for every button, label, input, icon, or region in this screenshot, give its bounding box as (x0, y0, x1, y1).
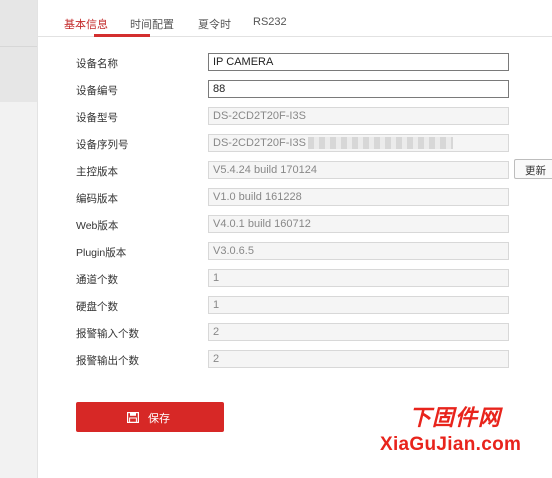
plugin-version-value: V3.0.6.5 (213, 245, 254, 257)
active-tab-indicator (94, 34, 150, 37)
serial-number-label: 设备序列号 (76, 139, 129, 151)
watermark-line-2: XiaGuJian.com (380, 434, 522, 455)
device-number-label: 设备编号 (76, 85, 118, 97)
plugin-version-label: Plugin版本 (76, 247, 127, 259)
firmware-version-field: V5.4.24 build 170124 (208, 161, 509, 179)
floppy-disk-icon (127, 412, 139, 423)
tab-basic-info[interactable]: 基本信息 (64, 16, 108, 32)
alarm-input-count-label: 报警输入个数 (76, 328, 139, 340)
device-model-label: 设备型号 (76, 112, 118, 124)
disk-count-value: 1 (213, 299, 220, 311)
alarm-input-count-value: 2 (213, 326, 220, 338)
tab-rs232[interactable]: RS232 (253, 16, 287, 28)
channel-count-field: 1 (208, 269, 509, 287)
encoding-version-value: V1.0 build 161228 (213, 191, 302, 203)
alarm-input-count-field: 2 (208, 323, 509, 341)
save-button-label: 保存 (148, 413, 170, 425)
tab-time-settings[interactable]: 时间配置 (130, 16, 174, 32)
disk-count-label: 硬盘个数 (76, 301, 118, 313)
web-version-value: V4.0.1 build 160712 (213, 218, 311, 230)
device-model-value: DS-2CD2T20F-I3S (213, 110, 306, 122)
serial-number-redaction (307, 137, 453, 150)
encoding-version-label: 编码版本 (76, 193, 118, 205)
device-name-label: 设备名称 (76, 58, 118, 70)
watermark-line-1: 下固件网 (409, 405, 502, 430)
firmware-version-value: V5.4.24 build 170124 (213, 164, 317, 176)
save-button[interactable]: 保存 (76, 402, 224, 432)
sidebar-selected-area[interactable] (0, 0, 37, 102)
channel-count-value: 1 (213, 272, 220, 284)
encoding-version-field: V1.0 build 161228 (208, 188, 509, 206)
disk-count-field: 1 (208, 296, 509, 314)
alarm-output-count-field: 2 (208, 350, 509, 368)
serial-number-value: DS-2CD2T20F-I3S (213, 137, 306, 149)
update-button[interactable]: 更新 (514, 159, 552, 179)
plugin-version-field: V3.0.6.5 (208, 242, 509, 260)
firmware-version-label: 主控版本 (76, 166, 118, 178)
site-watermark: 下固件网 XiaGuJian.com (380, 400, 552, 470)
channel-count-label: 通道个数 (76, 274, 118, 286)
tab-bar: 基本信息 时间配置 夏令时 RS232 (38, 0, 552, 37)
sidebar-divider (0, 46, 37, 47)
device-name-field[interactable] (208, 53, 509, 71)
web-version-label: Web版本 (76, 220, 119, 232)
left-sidebar (0, 0, 38, 478)
web-version-field: V4.0.1 build 160712 (208, 215, 509, 233)
alarm-output-count-label: 报警输出个数 (76, 355, 139, 367)
device-name-input[interactable] (213, 56, 504, 68)
device-number-input[interactable] (213, 83, 504, 95)
tab-daylight-saving[interactable]: 夏令时 (198, 16, 231, 32)
device-number-field[interactable] (208, 80, 509, 98)
serial-number-field: DS-2CD2T20F-I3S (208, 134, 509, 152)
alarm-output-count-value: 2 (213, 353, 220, 365)
device-model-field: DS-2CD2T20F-I3S (208, 107, 509, 125)
